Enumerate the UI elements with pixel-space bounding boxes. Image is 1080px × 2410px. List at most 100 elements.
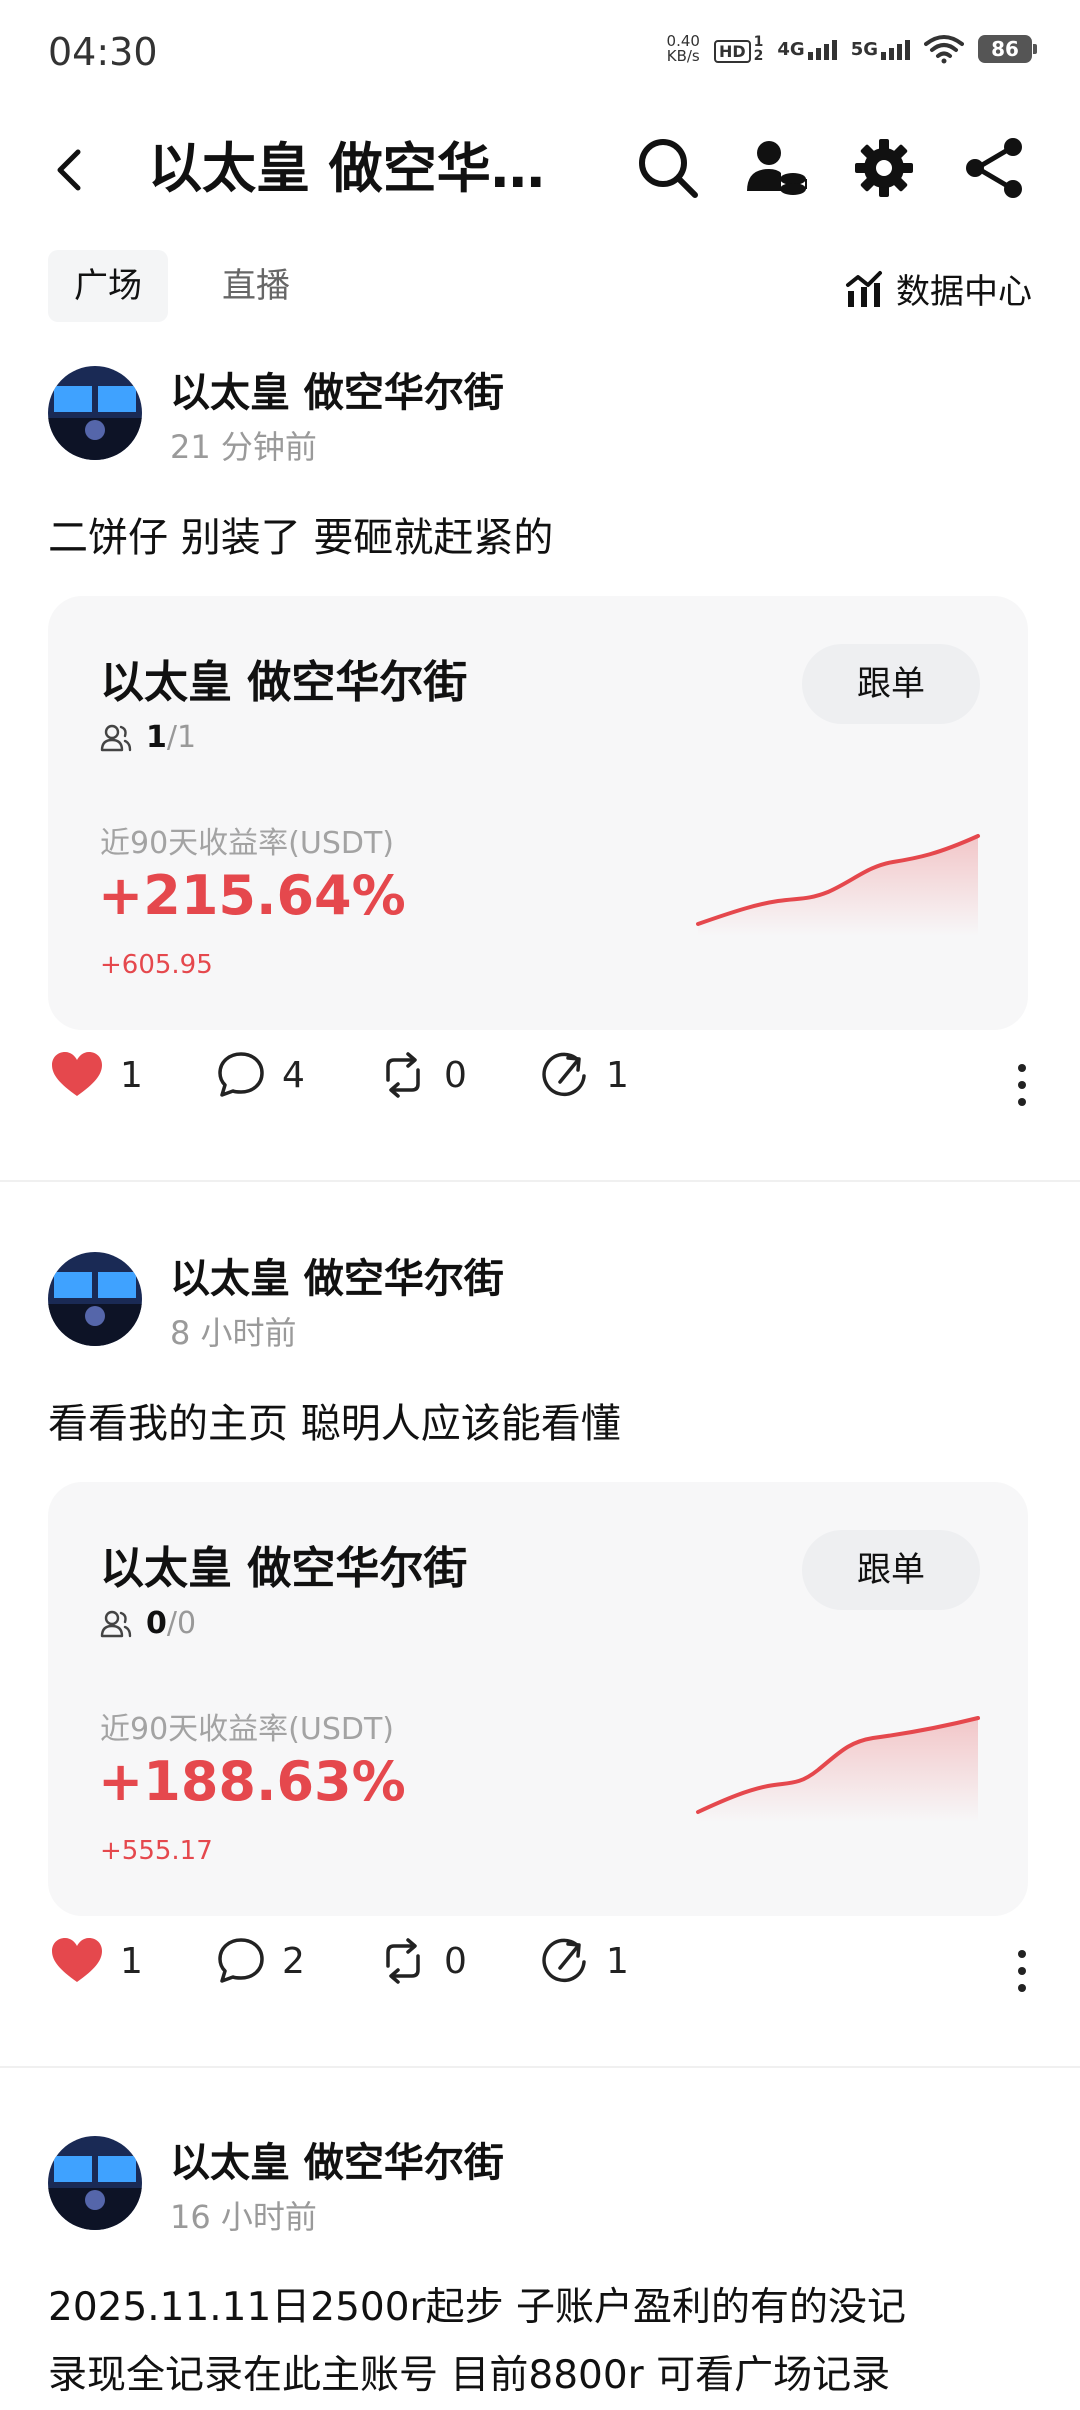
members-total: /0 [166,1606,197,1641]
chart-icon [846,270,882,307]
share-post-button[interactable]: 1 [540,1050,629,1100]
signal-bars-icon [807,38,837,60]
card-trader-name: 以太皇 做空华尔街 [100,657,468,708]
post-author[interactable]: 以太皇 做空华尔街 [170,2130,504,2188]
settings-button[interactable] [846,130,922,206]
back-button[interactable] [40,134,100,204]
card-members: 0/0 [100,1606,196,1641]
share-count: 1 [606,1940,629,1982]
more-vertical-icon [1018,1064,1026,1106]
like-count: 1 [120,1940,143,1982]
avatar[interactable] [48,1252,142,1346]
post-divider [0,1180,1080,1182]
gear-icon [855,139,913,197]
copy-trade-card[interactable]: 以太皇 做空华尔街 跟单 0/0 近90天收益率(USDT) +188.63% … [48,1482,1028,1916]
network-speed: 0.40 KB/s [667,34,700,64]
back-arrow-icon [57,149,81,191]
comment-button[interactable]: 2 [216,1936,305,1986]
post-author[interactable]: 以太皇 做空华尔街 [170,360,504,418]
yield-sparkline [696,1716,980,1822]
post-divider [0,2066,1080,2068]
avatar-image [48,2136,142,2230]
post-text: 2025.11.11日2500r起步 子账户盈利的有的没记 录现全记录在此主账号… [48,2274,1038,2410]
yield-label: 近90天收益率(USDT) [100,826,395,861]
repost-count: 0 [444,1054,467,1096]
comment-count: 4 [282,1054,305,1096]
yield-label: 近90天收益率(USDT) [100,1712,395,1747]
post-time: 8 小时前 [170,1314,297,1352]
page-title: 以太皇 做空华… [148,137,545,200]
repost-icon [386,1938,420,1984]
hd-indicator: HD 1 2 [713,35,764,63]
hd-label: HD [713,40,751,63]
comment-icon [218,1052,264,1097]
yield-sparkline [696,834,980,936]
repost-button[interactable]: 0 [378,1936,467,1986]
share-arrow-icon [542,1938,586,1983]
avatar[interactable] [48,2136,142,2230]
comment-button[interactable]: 4 [216,1050,305,1100]
like-button[interactable]: 1 [50,1936,143,1986]
post-time: 16 小时前 [170,2198,317,2236]
sim2-label: 2 [753,48,764,64]
copy-trade-card[interactable]: 以太皇 做空华尔街 跟单 1/1 近90天收益率(USDT) +215.64% … [48,596,1028,1030]
like-count: 1 [120,1054,143,1096]
signal-5g-icon: 5G [851,38,910,60]
signal-4g-icon: 4G [777,38,837,60]
users-icon [100,1610,132,1637]
wifi-icon [924,35,964,64]
net2-label: 5G [850,39,878,60]
more-options-button[interactable] [1012,1060,1032,1114]
more-options-button[interactable] [1012,1946,1032,2000]
post-actions: 1 2 0 1 [0,1936,1080,2016]
status-time: 04:30 [48,30,158,74]
repost-button[interactable]: 0 [378,1050,467,1100]
post-time: 21 分钟前 [170,428,317,466]
sim-slots: 1 2 [754,35,764,63]
post-text: 二饼仔 别装了 要砸就赶紧的 [48,515,554,561]
signal-bars-icon [881,38,910,60]
members-current: 0 [146,1606,167,1641]
more-vertical-icon [1018,1950,1026,1992]
share-button[interactable] [956,130,1032,206]
share-icon [966,138,1022,198]
user-profile-button[interactable] [738,130,814,206]
like-button[interactable]: 1 [50,1050,143,1100]
status-icons: 0.40 KB/s HD 1 2 4G 5G 86 [667,34,1037,64]
post-author[interactable]: 以太皇 做空华尔街 [170,1246,504,1304]
sim1-label: 1 [753,34,764,50]
repost-count: 0 [444,1940,467,1982]
data-center-label: 数据中心 [896,272,1032,312]
user-coin-icon [747,141,807,195]
profit-value: +555.17 [100,1836,213,1866]
members-total: /1 [166,720,197,755]
network-speed-unit: KB/s [666,47,700,65]
avatar[interactable] [48,366,142,460]
members-current: 1 [146,720,167,755]
tab-square[interactable]: 广场 [48,250,168,322]
net1-label: 4G [777,39,805,60]
heart-icon [52,1938,102,1982]
repost-icon [386,1052,420,1098]
avatar-image [48,366,142,460]
card-trader-name: 以太皇 做空华尔街 [100,1543,468,1594]
search-icon [639,139,698,198]
follow-trade-button[interactable]: 跟单 [802,1530,980,1610]
share-post-button[interactable]: 1 [540,1936,629,1986]
top-nav-bar: 以太皇 做空华… [0,110,1080,230]
share-arrow-icon [542,1052,586,1097]
search-button[interactable] [630,130,706,206]
avatar-image [48,1252,142,1346]
post-text: 看看我的主页 聪明人应该能看懂 [48,1401,621,1447]
card-members: 1/1 [100,720,196,755]
data-center-button[interactable]: 数据中心 [844,264,1032,313]
battery-icon: 86 [978,35,1037,63]
yield-value: +215.64% [98,864,406,927]
post-text-line: 2025.11.11日2500r起步 子账户盈利的有的没记 [48,2285,906,2330]
yield-value: +188.63% [98,1750,406,1813]
post-actions: 1 4 0 1 [0,1050,1080,1130]
tab-live[interactable]: 直播 [196,250,316,322]
share-count: 1 [606,1054,629,1096]
comment-count: 2 [282,1940,305,1982]
follow-trade-button[interactable]: 跟单 [802,644,980,724]
